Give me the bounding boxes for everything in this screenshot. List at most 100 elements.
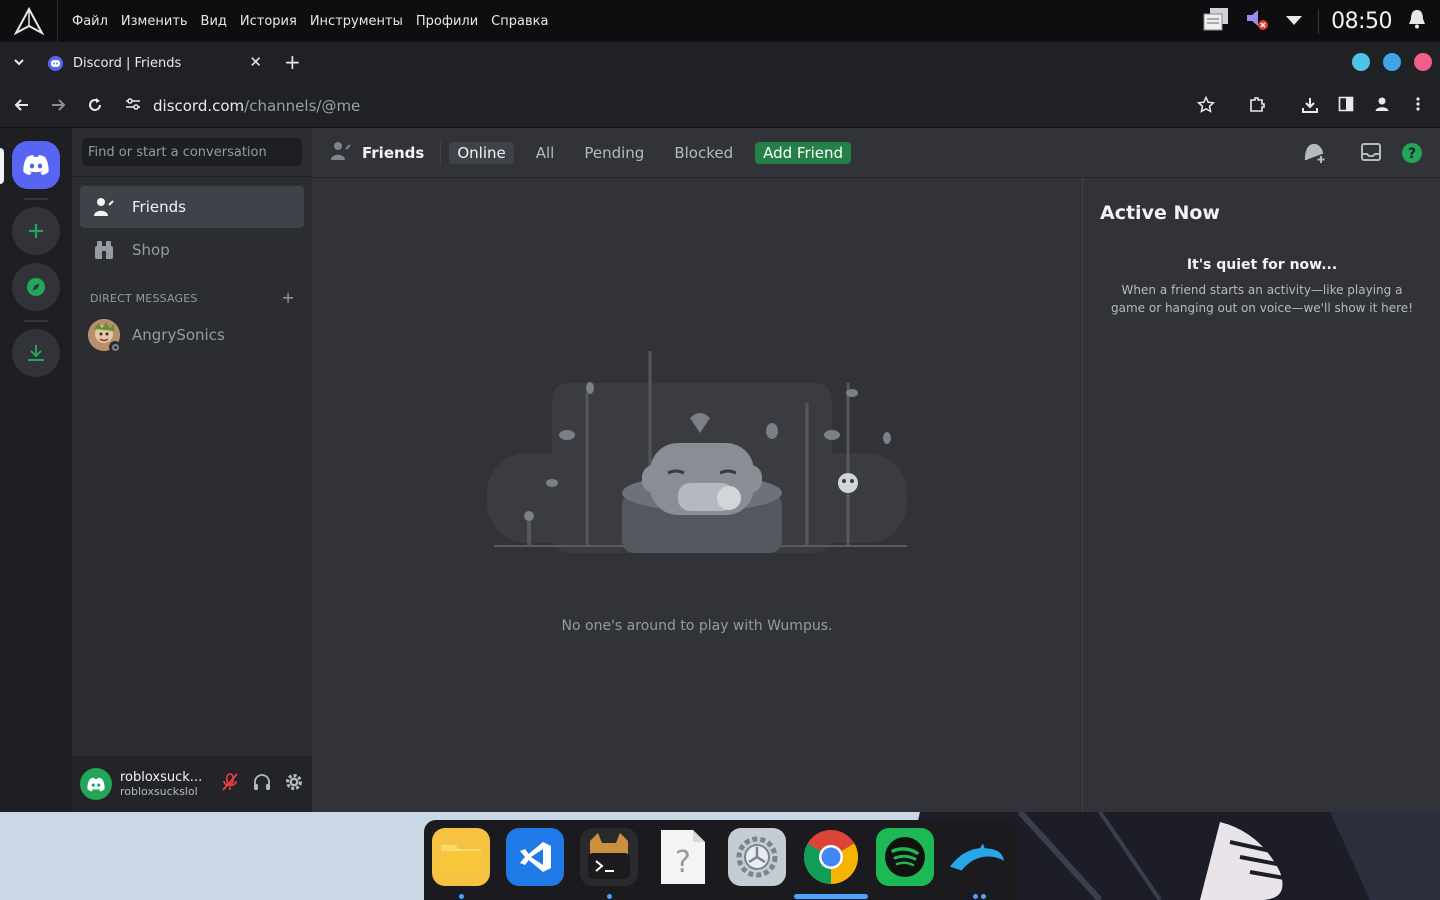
menu-view[interactable]: Вид bbox=[201, 14, 227, 29]
svg-text:?: ? bbox=[1408, 146, 1416, 162]
address-bar[interactable]: discord.com/channels/@me bbox=[125, 93, 360, 119]
reload-icon[interactable] bbox=[86, 96, 104, 118]
friends-wave-icon bbox=[330, 141, 352, 165]
close-tab-icon[interactable]: ✕ bbox=[249, 53, 262, 71]
conversation-search[interactable]: Find or start a conversation bbox=[82, 138, 302, 166]
empty-state-text: No one's around to play with Wumpus. bbox=[561, 618, 833, 634]
forward-icon[interactable] bbox=[50, 97, 66, 117]
desktop-wallpaper: ? bbox=[0, 812, 1440, 900]
inbox-icon[interactable] bbox=[1360, 142, 1382, 166]
spotify-app-icon[interactable] bbox=[876, 828, 934, 886]
menu-tools[interactable]: Инструменты bbox=[310, 14, 403, 29]
download-apps-button[interactable] bbox=[12, 329, 60, 377]
downloads-icon[interactable] bbox=[1301, 96, 1319, 118]
offline-status-icon bbox=[109, 341, 121, 353]
extensions-icon[interactable] bbox=[1248, 96, 1266, 118]
menu-edit[interactable]: Изменить bbox=[121, 14, 188, 29]
headphones-icon[interactable] bbox=[252, 772, 272, 796]
tab-blocked[interactable]: Blocked bbox=[666, 142, 741, 164]
clock[interactable]: 08:50 bbox=[1318, 8, 1392, 34]
selected-pill bbox=[0, 148, 4, 184]
menu-help[interactable]: Справка bbox=[491, 14, 548, 29]
profile-dots bbox=[1352, 53, 1432, 71]
tab-title: Discord | Friends bbox=[73, 55, 182, 71]
dm-header: DIRECT MESSAGES + bbox=[90, 288, 295, 307]
mic-muted-icon[interactable] bbox=[220, 772, 240, 796]
site-settings-icon[interactable] bbox=[125, 97, 141, 115]
add-server-button[interactable] bbox=[12, 207, 60, 255]
shop-label: Shop bbox=[132, 241, 170, 259]
home-button[interactable] bbox=[12, 141, 60, 189]
server-rail bbox=[0, 128, 72, 812]
sidebar-item-friends[interactable]: Friends bbox=[80, 186, 304, 228]
back-icon[interactable] bbox=[14, 97, 30, 117]
compass-icon bbox=[27, 278, 45, 296]
user-display-name: robloxsuck... bbox=[120, 770, 203, 785]
new-group-dm-icon[interactable] bbox=[1303, 142, 1327, 168]
quiet-body: When a friend starts an activity—like pl… bbox=[1111, 283, 1413, 315]
page-title: Friends bbox=[362, 143, 425, 162]
os-top-bar: Файл Изменить Вид История Инструменты Пр… bbox=[0, 0, 1440, 42]
running-indicator bbox=[981, 894, 986, 899]
dm-sidebar: Find or start a conversation Friends Sho… bbox=[72, 128, 312, 812]
volume-muted-icon[interactable] bbox=[1244, 6, 1270, 36]
browser-tab-discord[interactable]: Discord | Friends ✕ bbox=[38, 45, 270, 81]
active-now-title: Active Now bbox=[1100, 202, 1220, 224]
user-username: robloxsuckslol bbox=[120, 785, 198, 798]
header-divider bbox=[440, 140, 442, 165]
bookmark-star-icon[interactable] bbox=[1196, 95, 1216, 118]
profile-dot[interactable] bbox=[1383, 53, 1401, 71]
side-panel-icon[interactable] bbox=[1338, 96, 1354, 116]
notification-bell-icon[interactable] bbox=[1406, 8, 1428, 34]
tab-pending[interactable]: Pending bbox=[576, 142, 652, 164]
menu-history[interactable]: История bbox=[240, 14, 297, 29]
profile-icon[interactable] bbox=[1374, 96, 1390, 116]
menu-profiles[interactable]: Профили bbox=[416, 14, 478, 29]
svg-text:?: ? bbox=[675, 845, 691, 880]
profile-dot[interactable] bbox=[1352, 53, 1370, 71]
url-host: discord.com bbox=[153, 97, 245, 115]
explore-servers-button[interactable] bbox=[12, 263, 60, 311]
new-tab-icon[interactable]: + bbox=[284, 50, 301, 74]
system-settings-icon[interactable] bbox=[728, 828, 786, 886]
os-logo-icon[interactable] bbox=[0, 0, 58, 42]
rail-divider bbox=[24, 198, 48, 200]
plus-icon bbox=[29, 224, 43, 238]
vscode-app-icon[interactable] bbox=[506, 828, 564, 886]
tab-all[interactable]: All bbox=[528, 142, 563, 164]
discord-logo-icon bbox=[87, 777, 105, 791]
menu-file[interactable]: Файл bbox=[72, 14, 108, 29]
tab-list-chevron-icon[interactable] bbox=[12, 54, 26, 73]
unknown-file-icon[interactable]: ? bbox=[654, 828, 712, 886]
dolphin-app-icon[interactable] bbox=[948, 828, 1006, 886]
tab-online[interactable]: Online bbox=[449, 141, 514, 164]
dm-name: AngrySonics bbox=[132, 326, 225, 344]
browser-toolbar: discord.com/channels/@me bbox=[0, 83, 1440, 128]
running-indicator bbox=[607, 894, 612, 899]
browser-menu-icon[interactable] bbox=[1410, 96, 1426, 116]
terminal-app-icon[interactable] bbox=[580, 828, 638, 886]
create-dm-button[interactable]: + bbox=[281, 288, 295, 307]
notes-icon[interactable] bbox=[1202, 6, 1230, 36]
user-names[interactable]: robloxsuck... robloxsuckslol bbox=[120, 770, 204, 798]
discord-logo-icon bbox=[23, 155, 49, 175]
discord-favicon-icon bbox=[48, 55, 63, 71]
user-panel: robloxsuck... robloxsuckslol bbox=[72, 756, 312, 812]
browser-tab-strip: Discord | Friends ✕ + bbox=[0, 42, 1440, 83]
search-placeholder: Find or start a conversation bbox=[88, 144, 267, 160]
files-app-icon[interactable] bbox=[432, 828, 490, 886]
running-indicator bbox=[973, 894, 978, 899]
user-avatar[interactable] bbox=[80, 768, 112, 800]
dm-item[interactable]: AngrySonics bbox=[80, 314, 304, 356]
settings-gear-icon[interactable] bbox=[284, 772, 304, 796]
add-friend-button[interactable]: Add Friend bbox=[755, 141, 852, 164]
tray-dropdown-icon[interactable] bbox=[1284, 12, 1304, 31]
system-tray: 08:50 bbox=[1202, 0, 1440, 42]
sidebar-item-shop[interactable]: Shop bbox=[80, 229, 304, 271]
profile-dot[interactable] bbox=[1414, 53, 1432, 71]
friends-label: Friends bbox=[132, 198, 186, 216]
help-icon[interactable]: ? bbox=[1401, 142, 1423, 168]
friends-main: Friends Online All Pending Blocked Add F… bbox=[312, 128, 1440, 812]
chrome-app-icon[interactable] bbox=[802, 828, 860, 886]
url-path: /channels/@me bbox=[244, 97, 361, 115]
